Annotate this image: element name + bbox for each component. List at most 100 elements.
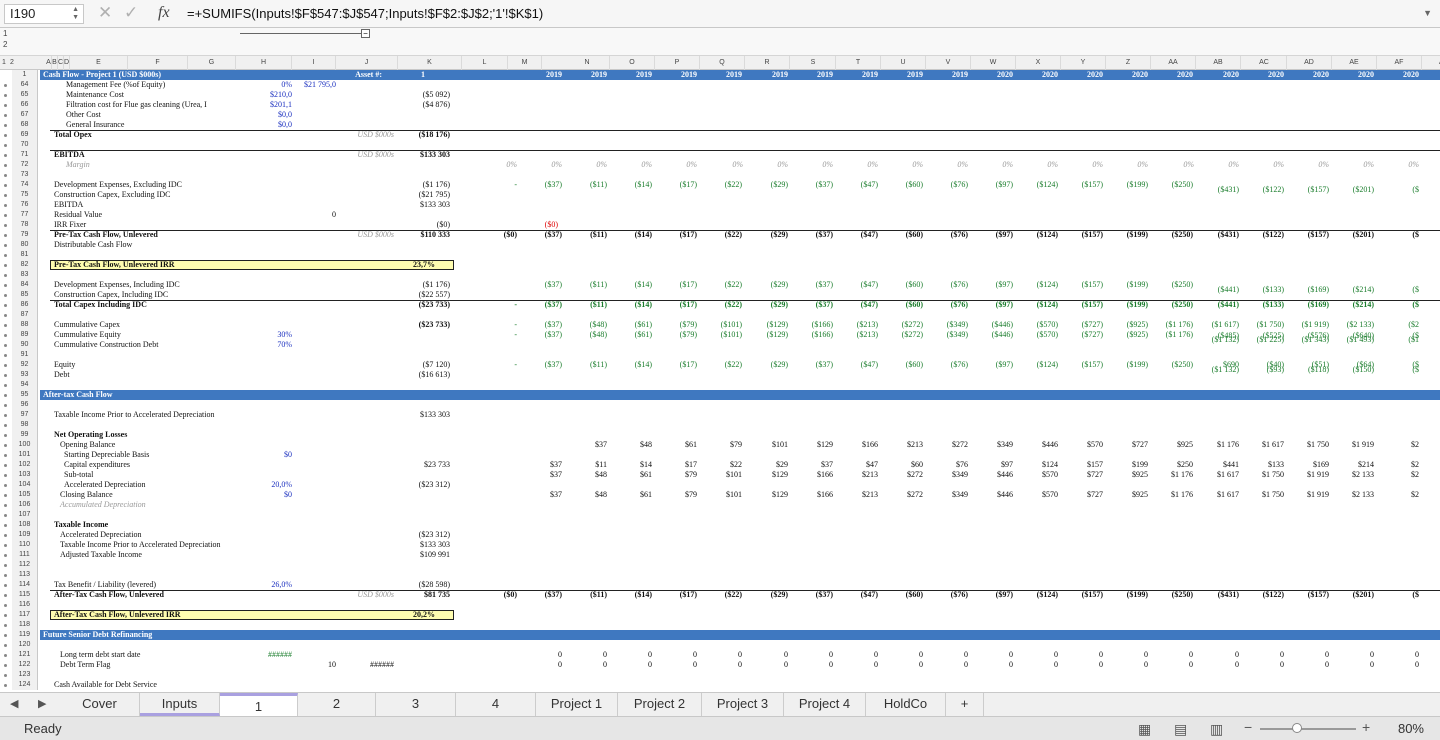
series-flag121[interactable]: 0 [926, 650, 968, 660]
series-sub103[interactable]: $1 919 [1287, 470, 1329, 480]
row-label-74[interactable]: Development Expenses, Excluding IDC [54, 180, 182, 190]
series-tot86[interactable]: ($133) [1242, 300, 1284, 310]
cell-h105[interactable]: $0 [236, 490, 292, 500]
col-header-af[interactable]: AF [1377, 56, 1422, 70]
series-sub103[interactable]: $101 [700, 470, 742, 480]
year-header[interactable]: 2019 [791, 70, 833, 80]
col-header-ag[interactable]: AG [1422, 56, 1440, 70]
cell-k114[interactable]: ($28 598) [398, 580, 450, 590]
series-cum88[interactable]: ($349) [926, 320, 968, 330]
series-margin[interactable]: 0% [836, 160, 878, 170]
series-cum88[interactable]: ($129) [746, 320, 788, 330]
col-header-g[interactable]: G [188, 56, 236, 70]
cell-k86[interactable]: ($23 733) [398, 300, 450, 310]
row-header-106[interactable]: 106 [12, 500, 38, 510]
row-header-70[interactable]: 70 [12, 140, 38, 150]
series-close105[interactable]: $61 [610, 490, 652, 500]
row-header-93[interactable]: 93 [12, 370, 38, 380]
sheet-tab-project-1[interactable]: Project 1 [536, 693, 618, 716]
col-header-ad[interactable]: AD [1287, 56, 1332, 70]
cell-h90[interactable]: 70% [236, 340, 292, 350]
series-cum89[interactable]: ($570) [1016, 330, 1058, 340]
series-cum88[interactable]: ($727) [1061, 320, 1103, 330]
series-cum89[interactable]: ($79) [655, 330, 697, 340]
series-margin[interactable]: 0% [746, 160, 788, 170]
sheet-tab-project-3[interactable]: Project 3 [702, 693, 784, 716]
series-flag122[interactable]: 0 [881, 660, 923, 670]
series-cap102[interactable]: $11 [565, 460, 607, 470]
row-header-91[interactable]: 91 [12, 350, 38, 360]
series-flag121[interactable]: 0 [1016, 650, 1058, 660]
sheet-tab-inputs[interactable]: Inputs [140, 693, 220, 716]
series-flag121[interactable]: 0 [655, 650, 697, 660]
series-cum90[interactable]: ($1 [1377, 335, 1419, 345]
series-flag122[interactable]: 0 [836, 660, 878, 670]
series-at115[interactable]: ($14) [610, 590, 652, 600]
row-header-111[interactable]: 111 [12, 550, 38, 560]
series-cap102[interactable]: $14 [610, 460, 652, 470]
row-header-114[interactable]: 114 [12, 580, 38, 590]
row-header-64[interactable]: 64 [12, 80, 38, 90]
series-pre79[interactable]: ($201) [1332, 230, 1374, 240]
series-cap102[interactable]: $133 [1242, 460, 1284, 470]
col-header-m[interactable]: M [508, 56, 542, 70]
series-tot86[interactable]: ($441) [1197, 300, 1239, 310]
series-cap102[interactable]: $47 [836, 460, 878, 470]
series-cum88[interactable]: - [475, 320, 517, 330]
series-dev75[interactable]: ($122) [1242, 185, 1284, 195]
series-dev84[interactable]: ($124) [1016, 280, 1058, 290]
row-label-75[interactable]: Construction Capex, Excluding IDC [54, 190, 170, 200]
series-sub103[interactable]: $1 617 [1197, 470, 1239, 480]
series-cum89[interactable]: ($272) [881, 330, 923, 340]
series-cum88[interactable]: ($925) [1106, 320, 1148, 330]
sheet-tab-2[interactable]: 2 [298, 693, 376, 716]
series-flag122[interactable]: 0 [1332, 660, 1374, 670]
cell-k75[interactable]: ($21 795) [398, 190, 450, 200]
cell-k74[interactable]: ($1 176) [398, 180, 450, 190]
row-label-86[interactable]: Total Capex Including IDC [54, 300, 147, 310]
series-dev84[interactable]: ($37) [791, 280, 833, 290]
series-open100[interactable]: $101 [746, 440, 788, 450]
series-dev74[interactable]: ($11) [565, 180, 607, 190]
series-flag122[interactable]: 0 [610, 660, 652, 670]
series-dev74[interactable]: ($157) [1061, 180, 1103, 190]
year-header[interactable]: 2020 [1151, 70, 1193, 80]
series-pre79[interactable]: ($0) [475, 230, 517, 240]
series-close105[interactable]: $727 [1061, 490, 1103, 500]
series-tot86[interactable]: ($199) [1106, 300, 1148, 310]
cell-k65[interactable]: ($5 092) [398, 90, 450, 100]
series-cum89[interactable]: ($925) [1106, 330, 1148, 340]
col-header-i[interactable]: I [292, 56, 336, 70]
series-cum88[interactable]: ($1 176) [1151, 320, 1193, 330]
series-eq92[interactable]: ($157) [1061, 360, 1103, 370]
name-box-stepper-icon[interactable]: ▲ ▼ [72, 6, 79, 22]
row-header-101[interactable]: 101 [12, 450, 38, 460]
col-header-y[interactable]: Y [1061, 56, 1106, 70]
series-cum88[interactable]: ($61) [610, 320, 652, 330]
cell-h66[interactable]: $201,1 [236, 100, 292, 110]
series-at115[interactable]: ($47) [836, 590, 878, 600]
series-flag122[interactable]: 0 [791, 660, 833, 670]
row-label-121[interactable]: Long term debt start date [60, 650, 140, 660]
col-header-x[interactable]: X [1016, 56, 1061, 70]
series-pre79[interactable]: ($157) [1287, 230, 1329, 240]
series-debt93[interactable]: ($118) [1287, 365, 1329, 375]
series-close105[interactable]: $213 [836, 490, 878, 500]
series-flag121[interactable]: 0 [610, 650, 652, 660]
formula-input[interactable]: =+SUMIFS(Inputs!$F$547:$J$547;Inputs!$F$… [187, 6, 543, 21]
row-label-111[interactable]: Adjusted Taxable Income [60, 550, 142, 560]
series-at115[interactable]: ($76) [926, 590, 968, 600]
row-label-79[interactable]: Pre-Tax Cash Flow, Unlevered [54, 230, 158, 240]
cancel-icon[interactable]: ✕ [98, 3, 112, 23]
series-sub103[interactable]: $166 [791, 470, 833, 480]
series-flag121[interactable]: 0 [1242, 650, 1284, 660]
row-header-98[interactable]: 98 [12, 420, 38, 430]
series-cap102[interactable]: $124 [1016, 460, 1058, 470]
cell-k85[interactable]: ($22 557) [398, 290, 450, 300]
series-cum89[interactable]: ($48) [565, 330, 607, 340]
fx-icon[interactable]: fx [158, 4, 170, 22]
series-eq92[interactable]: ($124) [1016, 360, 1058, 370]
series-tot86[interactable]: ($ [1377, 300, 1419, 310]
row-header-73[interactable]: 73 [12, 170, 38, 180]
series-cum88[interactable]: ($166) [791, 320, 833, 330]
